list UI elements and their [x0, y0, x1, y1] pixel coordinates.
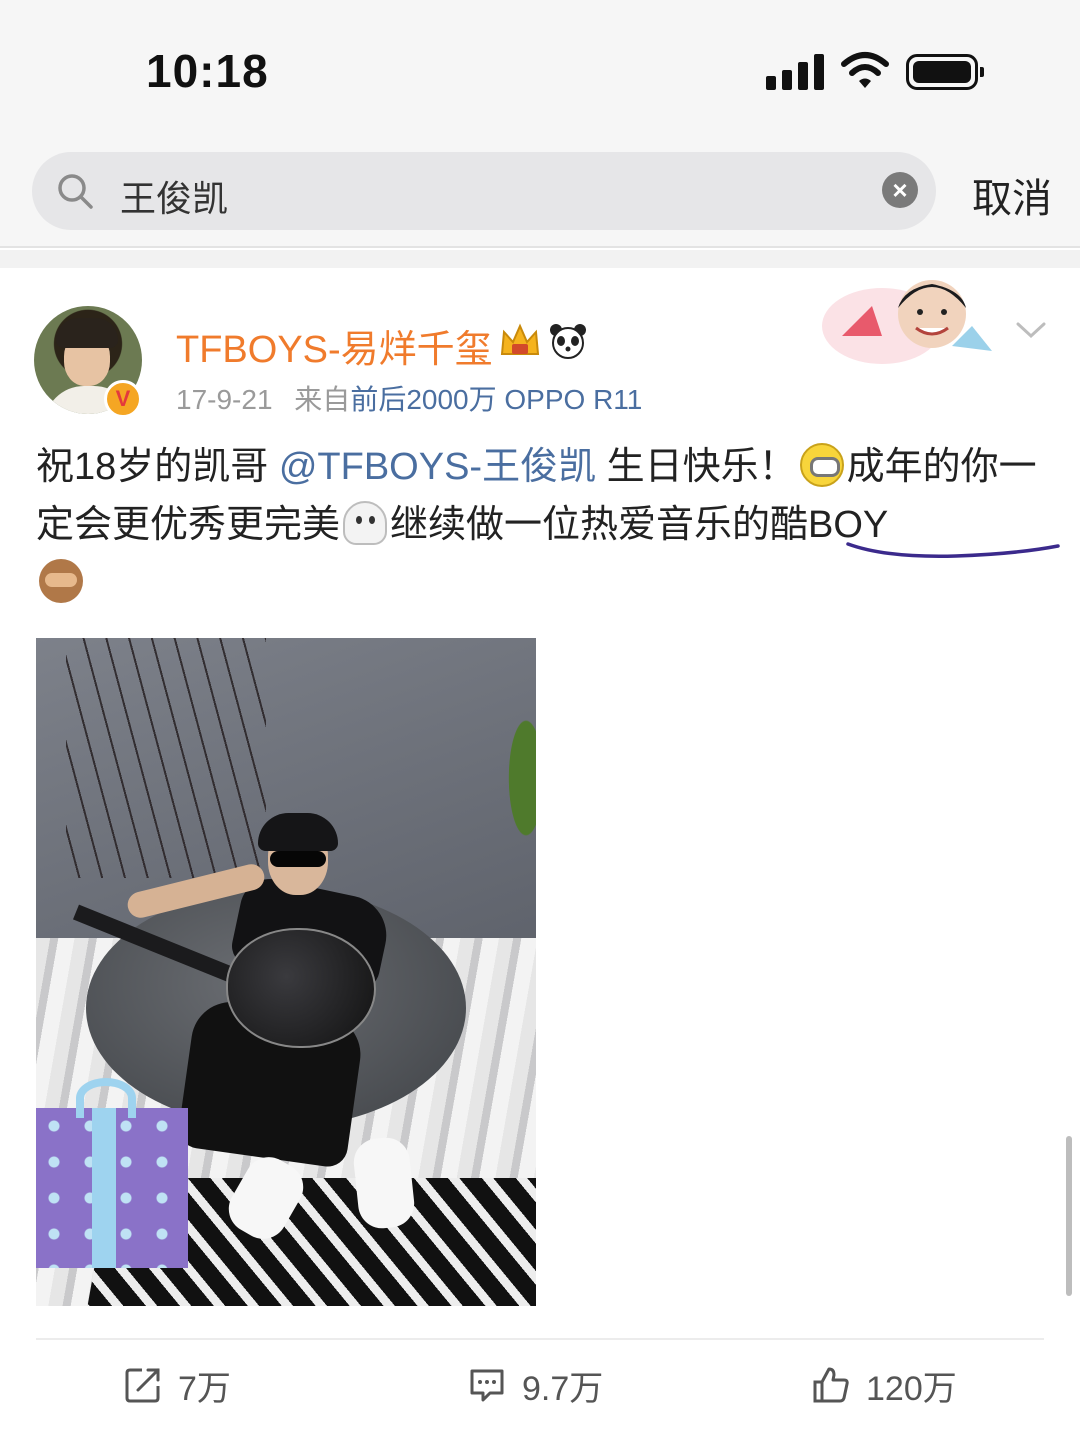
guitar — [226, 928, 376, 1048]
see-no-evil-monkey-emoji-icon — [39, 559, 83, 603]
repost-button[interactable]: 7万 — [124, 1360, 231, 1410]
post-photo[interactable] — [36, 638, 536, 1306]
post-text-part: 祝18岁的凯哥 — [36, 446, 279, 488]
like-count: 120万 — [866, 1369, 957, 1408]
post-text-part: 生日快乐！ — [596, 446, 797, 488]
minion-emoji-icon — [799, 443, 844, 487]
crown-icon[interactable] — [498, 320, 542, 360]
comment-count: 9.7万 — [522, 1369, 604, 1408]
repost-count: 7万 — [178, 1369, 231, 1408]
cellular-signal-icon — [766, 54, 824, 90]
post-date: 17-9-21 — [176, 384, 273, 415]
author-name[interactable]: TFBOYS-易烊千玺 — [176, 318, 493, 373]
chevron-down-icon[interactable] — [1016, 318, 1046, 342]
comment-button[interactable]: 9.7万 — [468, 1360, 603, 1410]
search-icon — [58, 174, 93, 209]
search-query: 王俊凯 — [120, 178, 229, 219]
card-decoration-icon — [822, 280, 992, 364]
clear-search-icon[interactable]: × — [882, 172, 918, 208]
post-meta: 17-9-21 来自前后2000万 OPPO R11 — [176, 378, 642, 418]
thumbs-up-icon — [813, 1367, 849, 1403]
comment-icon — [470, 1369, 504, 1402]
wifi-icon — [841, 52, 889, 88]
share-icon — [125, 1368, 160, 1403]
post-text-part: 继续做一位热爱音乐的酷BOY — [390, 504, 889, 546]
source-prefix: 来自 — [294, 384, 351, 415]
scrollbar[interactable] — [1066, 1136, 1072, 1296]
action-bar: 7万 9.7万 120万 — [0, 1350, 1080, 1420]
divider — [36, 1338, 1044, 1340]
verified-badge-icon: V — [104, 380, 142, 418]
weibo-post-screen: 10:18 王俊凯 × 取消 V TFBOYS-易烊千玺 17-9-21 来自前… — [0, 0, 1080, 1440]
like-button[interactable]: 120万 — [812, 1360, 957, 1410]
status-time: 10:18 — [146, 45, 269, 97]
search-bar: 王俊凯 × 取消 — [0, 140, 1080, 248]
cancel-button[interactable]: 取消 — [972, 166, 1052, 224]
post-body: 祝18岁的凯哥 @TFBOYS-王俊凯 生日快乐！ 成年的你一定会更优秀更完美 继续… — [36, 438, 1056, 612]
mention-link[interactable]: @TFBOYS-王俊凯 — [279, 446, 596, 488]
battery-icon — [906, 54, 984, 90]
status-bar: 10:18 — [0, 0, 1080, 140]
search-input[interactable]: 王俊凯 × — [32, 152, 936, 230]
handwritten-underline-annotation — [846, 542, 1060, 558]
ghost-emoji-icon — [343, 501, 388, 545]
panda-icon[interactable] — [548, 322, 588, 360]
post-source[interactable]: 前后2000万 OPPO R11 — [350, 384, 642, 415]
